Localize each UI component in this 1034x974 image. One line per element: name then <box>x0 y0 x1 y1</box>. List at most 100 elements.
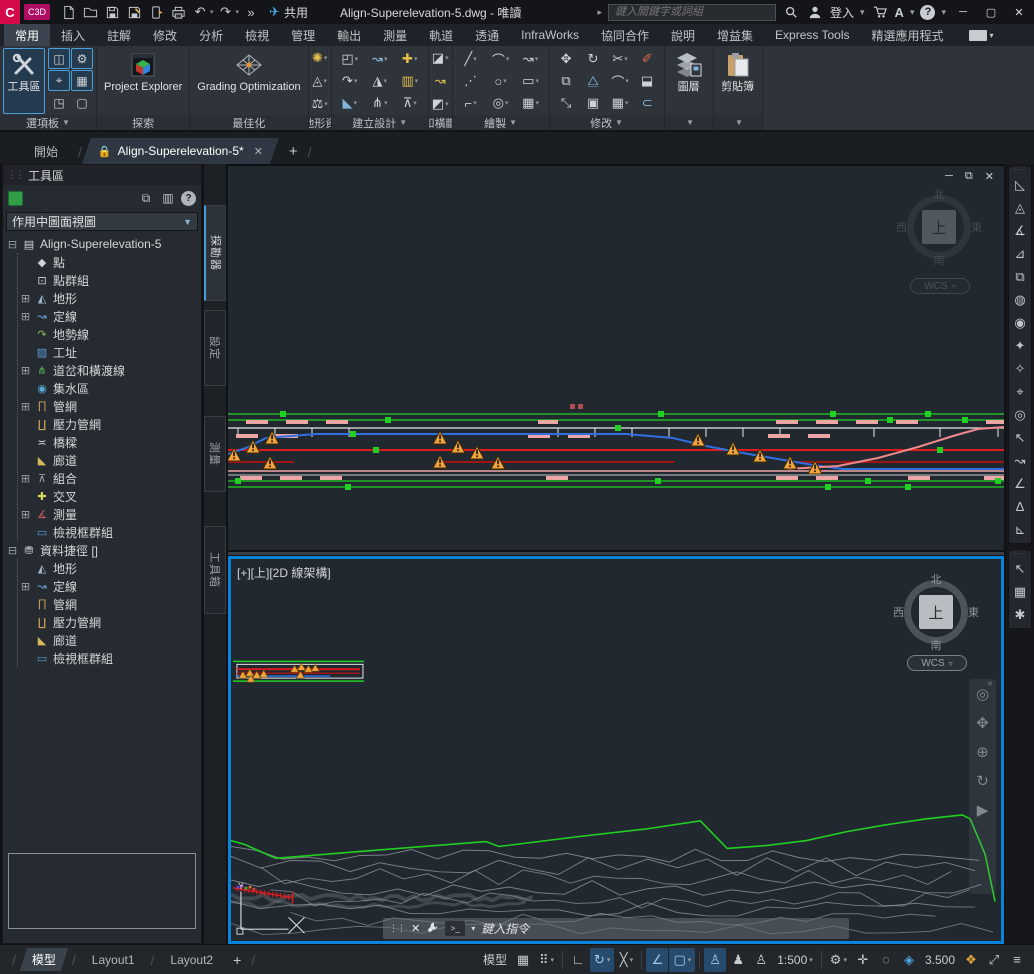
save-icon[interactable] <box>102 2 122 22</box>
match-properties-icon[interactable]: ↖ <box>1009 557 1031 580</box>
toolspace-title-bar[interactable]: ⋮⋮ 工具區 <box>3 165 201 185</box>
point-creation-icon[interactable]: ✱ <box>1009 603 1031 626</box>
polyline-edit-icon[interactable]: ⌐▾ <box>456 92 486 114</box>
crosshair-size-icon[interactable]: ✛ <box>852 948 874 972</box>
command-grip-icon[interactable]: ⋮⋮ <box>389 923 405 934</box>
panel-flyout-icon[interactable]: ▼ <box>686 118 694 127</box>
expand-icon[interactable]: ⊞ <box>20 310 31 323</box>
tree-item-壓力管網[interactable]: ∐壓力管網 <box>20 415 198 433</box>
circle-icon[interactable]: ○▾ <box>486 70 516 92</box>
ribbon-tab-增益集[interactable]: 增益集 <box>706 24 764 46</box>
project-explorer-button[interactable]: Project Explorer <box>100 48 186 114</box>
surfaces-create-menu[interactable]: ◬▾ <box>312 73 328 89</box>
tree-item-壓力管網[interactable]: ∐壓力管網 <box>20 613 198 631</box>
command-close-icon[interactable]: ✕ <box>411 922 420 935</box>
ribbon-tab-精選應用程式[interactable]: 精選應用程式 <box>861 24 955 46</box>
profile-view-create-menu-dropdown[interactable]: ▾ <box>445 54 449 62</box>
doc-restore-icon[interactable]: ⧉ <box>965 170 973 183</box>
tree-item-廊道[interactable]: ◣廊道 <box>20 451 198 469</box>
parcel-create-menu[interactable]: ◰▾ <box>335 48 365 70</box>
ribbon-tab-輸出[interactable]: 輸出 <box>326 24 372 46</box>
toolspace-tab-工具箱[interactable]: 工具箱 <box>204 526 226 614</box>
tree-item-組合[interactable]: ⊞⊼組合 <box>20 469 198 487</box>
panel-flyout-icon[interactable]: ▼ <box>62 118 70 127</box>
traverse-create-menu[interactable]: ⚖▾ <box>312 96 328 112</box>
polyline-edit-icon-dropdown[interactable]: ▾ <box>473 99 477 107</box>
tree-item-檢視框群組[interactable]: ▭檢視框群組 <box>20 523 198 541</box>
wcs-selector[interactable]: WCS ▿ <box>907 655 967 671</box>
object-snap-icon-dropdown[interactable]: ▾ <box>688 956 692 964</box>
profile-create-menu[interactable]: ◮▾ <box>365 70 395 92</box>
ribbon-tab-Express Tools[interactable]: Express Tools <box>764 24 860 46</box>
sheet-set-manager-icon[interactable]: ◳ <box>48 92 70 113</box>
profile-create-menu-dropdown[interactable]: ▾ <box>384 77 388 85</box>
rectangle-icon-dropdown[interactable]: ▾ <box>535 77 539 85</box>
palette-icon[interactable]: ▢ <box>71 92 93 113</box>
wcs-selector-top[interactable]: WCS ▿ <box>910 278 970 294</box>
assembly-create-menu[interactable]: ⊼▾ <box>395 92 425 114</box>
window-close-button[interactable]: ✕ <box>1008 3 1030 21</box>
fillet-icon-dropdown[interactable]: ▾ <box>625 77 629 85</box>
zoom-to-point-icon[interactable]: ◎ <box>1009 403 1031 426</box>
erase-icon[interactable]: ✐ <box>634 48 661 70</box>
annotation-scale-value[interactable]: 1:500▾ <box>773 948 817 972</box>
expand-icon[interactable]: ⊞ <box>20 400 31 413</box>
pan-icon[interactable]: ✥ <box>976 716 989 731</box>
tree-item-集水區[interactable]: ◉集水區 <box>20 379 198 397</box>
copy-icon[interactable]: ⧉ <box>553 70 580 92</box>
graphics-performance-icon[interactable]: ❖ <box>960 948 982 972</box>
ribbon-tab-分析[interactable]: 分析 <box>188 24 234 46</box>
annotation-visibility-icon[interactable]: ♙ <box>704 948 726 972</box>
active-drawing-icon[interactable] <box>8 191 23 206</box>
tree-item-Align-Superelevation-5[interactable]: ⊟▤Align-Superelevation-5 <box>7 235 198 253</box>
quick-profile-icon[interactable]: ↝ <box>432 73 449 89</box>
polar-tracking-icon[interactable]: ↻▾ <box>590 948 614 972</box>
search-icon[interactable] <box>782 3 800 21</box>
surfaces-create-menu-dropdown[interactable]: ▾ <box>323 77 327 85</box>
window-minimize-button[interactable]: ─ <box>952 3 974 21</box>
ribbon-tab-測量[interactable]: 測量 <box>372 24 418 46</box>
panel-label[interactable]: 修改▼ <box>550 115 664 130</box>
ellipse-icon[interactable]: ◎▾ <box>486 92 516 114</box>
panel-label[interactable]: 繪製▼ <box>453 115 549 130</box>
survey-palette-icon[interactable]: ⌖ <box>48 70 70 91</box>
user-icon[interactable] <box>806 3 824 21</box>
deflection-distance-icon[interactable]: ⊿ <box>1009 242 1031 265</box>
plan-view-canvas[interactable]: Y <box>231 559 1001 941</box>
expand-icon[interactable]: ⊞ <box>20 580 31 593</box>
toolspace-tab-設定[interactable]: 設定 <box>204 310 226 386</box>
ribbon-tab-軌道[interactable]: 軌道 <box>418 24 464 46</box>
trim-icon[interactable]: ✂▾ <box>607 48 634 70</box>
redo-icon[interactable]: ↷ <box>216 2 236 22</box>
grid-display-icon[interactable]: ▦ <box>512 948 534 972</box>
toolspace-tab-測量[interactable]: 測量 <box>204 416 226 492</box>
expand-icon[interactable]: ⊟ <box>7 544 18 557</box>
toolbox-palette-icon[interactable]: ▦ <box>71 70 93 91</box>
rotate-icon[interactable]: ↻ <box>580 48 607 70</box>
ribbon-tab-說明[interactable]: 說明 <box>660 24 706 46</box>
tree-item-定線[interactable]: ⊞↝定線 <box>20 577 198 595</box>
mirror-icon[interactable]: ⧋ <box>580 70 607 92</box>
polyline-icon-dropdown[interactable]: ▾ <box>535 55 539 63</box>
blocks-palette-icon[interactable]: ▦ <box>1009 580 1031 603</box>
tree-item-交叉[interactable]: ✚交叉 <box>20 487 198 505</box>
explode-icon[interactable]: ⬓ <box>634 70 661 92</box>
tree-item-定線[interactable]: ⊞↝定線 <box>20 307 198 325</box>
panorama-icon[interactable]: ▥ <box>159 190 177 206</box>
search-input[interactable] <box>613 5 771 19</box>
orbit-icon[interactable]: ↻ <box>976 774 989 789</box>
ellipse-icon-dropdown[interactable]: ▾ <box>505 99 509 107</box>
window-maximize-button[interactable]: ▢ <box>980 3 1002 21</box>
ribbon-collapse-button[interactable]: ▾ <box>969 24 994 46</box>
superelevation-view-canvas[interactable] <box>228 166 1004 550</box>
section-views-create-menu[interactable]: ◩▾ <box>432 96 449 112</box>
status-menu-icon[interactable]: ≡ <box>1006 948 1028 972</box>
station-offset-icon[interactable]: ⧉ <box>1009 265 1031 288</box>
isometric-drafting-icon-dropdown[interactable]: ▾ <box>630 956 634 964</box>
share-button[interactable]: ✈ 共用 <box>269 4 308 21</box>
viewcube-west[interactable]: 西 <box>893 604 904 620</box>
feature-line-create-menu[interactable]: ↷▾ <box>335 70 365 92</box>
tree-item-道岔和橫渡線[interactable]: ⊞⋔道岔和橫渡線 <box>20 361 198 379</box>
viewcube-top-face[interactable]: 上 <box>919 595 953 629</box>
feature-line-create-menu-dropdown[interactable]: ▾ <box>354 77 358 85</box>
